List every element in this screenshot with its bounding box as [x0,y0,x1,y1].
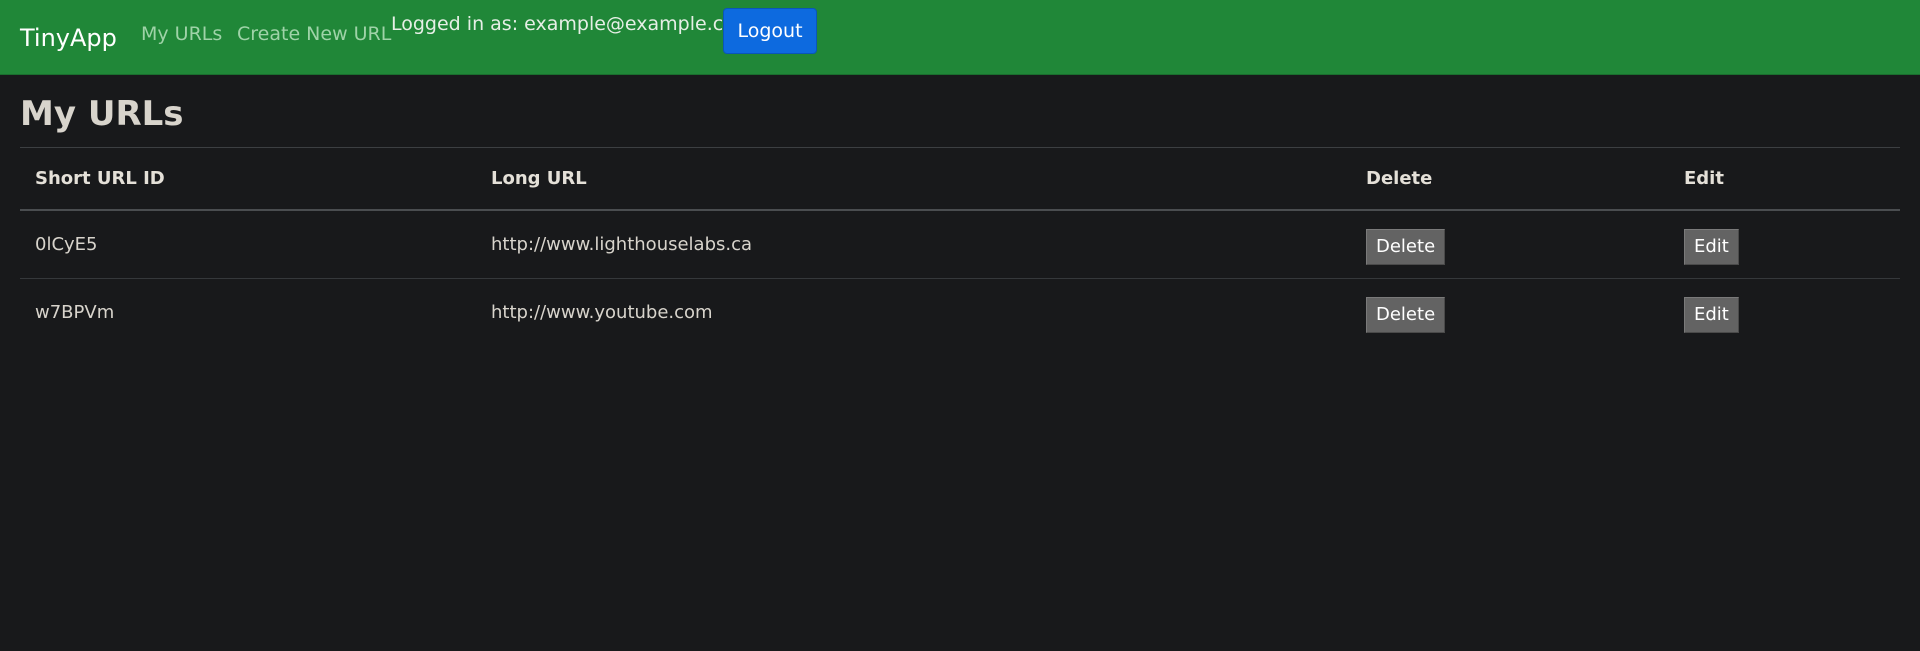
header-long-url: Long URL [476,147,1351,211]
nav-link-create-new-url[interactable]: Create New URL [237,23,391,45]
delete-cell: Delete [1351,279,1669,347]
header-delete: Delete [1351,147,1669,211]
short-url-id-cell: w7BPVm [35,302,115,323]
header-row: Short URL ID Long URL Delete Edit [20,147,1900,211]
edit-button[interactable]: Edit [1684,296,1739,333]
table-body: 0lCyE5 http://www.lighthouselabs.ca Dele… [20,210,1900,346]
delete-cell: Delete [1351,210,1669,279]
edit-cell: Edit [1669,210,1900,279]
brand-link[interactable]: TinyApp [20,24,117,52]
delete-button[interactable]: Delete [1366,296,1446,333]
logged-in-status: Logged in as: example@example.com [391,13,754,35]
table-row: w7BPVm http://www.youtube.com Delete Edi… [20,279,1900,347]
top-navbar: TinyApp My URLs Create New URL Logged in… [0,0,1920,75]
table-header: Short URL ID Long URL Delete Edit [20,147,1900,211]
edit-button[interactable]: Edit [1684,228,1739,265]
header-edit: Edit [1669,147,1900,211]
page-title: My URLs [20,94,184,134]
table-row: 0lCyE5 http://www.lighthouselabs.ca Dele… [20,210,1900,279]
nav-link-my-urls[interactable]: My URLs [141,23,222,45]
logout-button[interactable]: Logout [723,8,817,54]
long-url-cell: http://www.youtube.com [491,302,713,323]
short-url-id-cell: 0lCyE5 [20,210,476,279]
header-short-url-id: Short URL ID [20,147,476,211]
urls-table: Short URL ID Long URL Delete Edit 0lCyE5… [20,147,1900,346]
delete-button[interactable]: Delete [1366,228,1446,265]
long-url-cell: http://www.lighthouselabs.ca [476,210,1351,279]
edit-cell: Edit [1669,279,1900,347]
